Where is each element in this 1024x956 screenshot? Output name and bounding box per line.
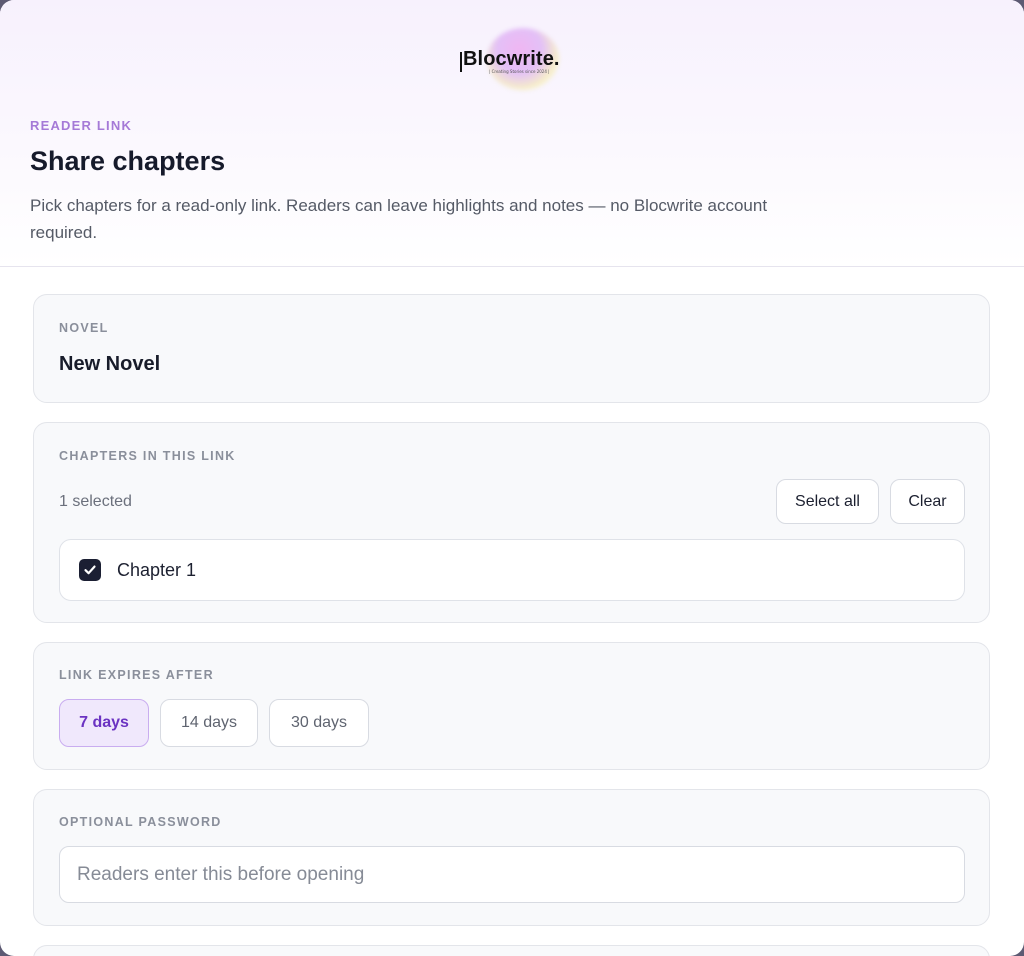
clear-button[interactable]: Clear <box>890 479 965 524</box>
chapters-label: CHAPTERS IN THIS LINK <box>59 449 236 463</box>
selected-count: 1 selected <box>59 493 132 510</box>
expiry-option-30-days[interactable]: 30 days <box>269 699 369 747</box>
logo-tagline: | Creating Stories since 2024 | <box>489 69 550 74</box>
checkmark-icon <box>84 565 96 575</box>
password-card: OPTIONAL PASSWORD <box>33 789 990 926</box>
password-input[interactable] <box>59 846 965 903</box>
dialog-description: Pick chapters for a read-only link. Read… <box>30 196 768 242</box>
logo-cursor-bar <box>460 52 462 72</box>
dialog-title: Share chapters <box>30 146 226 176</box>
blocwrite-logo: Blocwrite. | Creating Stories since 2024… <box>459 28 569 94</box>
expiry-card: LINK EXPIRES AFTER 7 days 14 days 30 day… <box>33 642 990 770</box>
novel-name: New Novel <box>59 353 161 375</box>
header-eyebrow: READER LINK <box>30 118 133 133</box>
chapters-card: CHAPTERS IN THIS LINK 1 selected Select … <box>33 422 990 623</box>
chapter-label: Chapter 1 <box>117 560 197 580</box>
chapter-row[interactable]: Chapter 1 <box>59 539 965 601</box>
select-all-button[interactable]: Select all <box>776 479 879 524</box>
novel-card: NOVEL New Novel <box>33 294 990 403</box>
novel-label: NOVEL <box>59 321 109 335</box>
next-card-peek <box>33 945 990 956</box>
dialog-header: Blocwrite. | Creating Stories since 2024… <box>0 0 1024 267</box>
expiry-label: LINK EXPIRES AFTER <box>59 668 214 682</box>
password-label: OPTIONAL PASSWORD <box>59 815 222 829</box>
logo-wordmark: Blocwrite. <box>463 48 560 70</box>
expiry-option-14-days[interactable]: 14 days <box>160 699 258 747</box>
expiry-option-7-days[interactable]: 7 days <box>59 699 149 747</box>
chapter-checkbox[interactable] <box>79 559 101 581</box>
share-chapters-dialog: Blocwrite. | Creating Stories since 2024… <box>0 0 1024 956</box>
